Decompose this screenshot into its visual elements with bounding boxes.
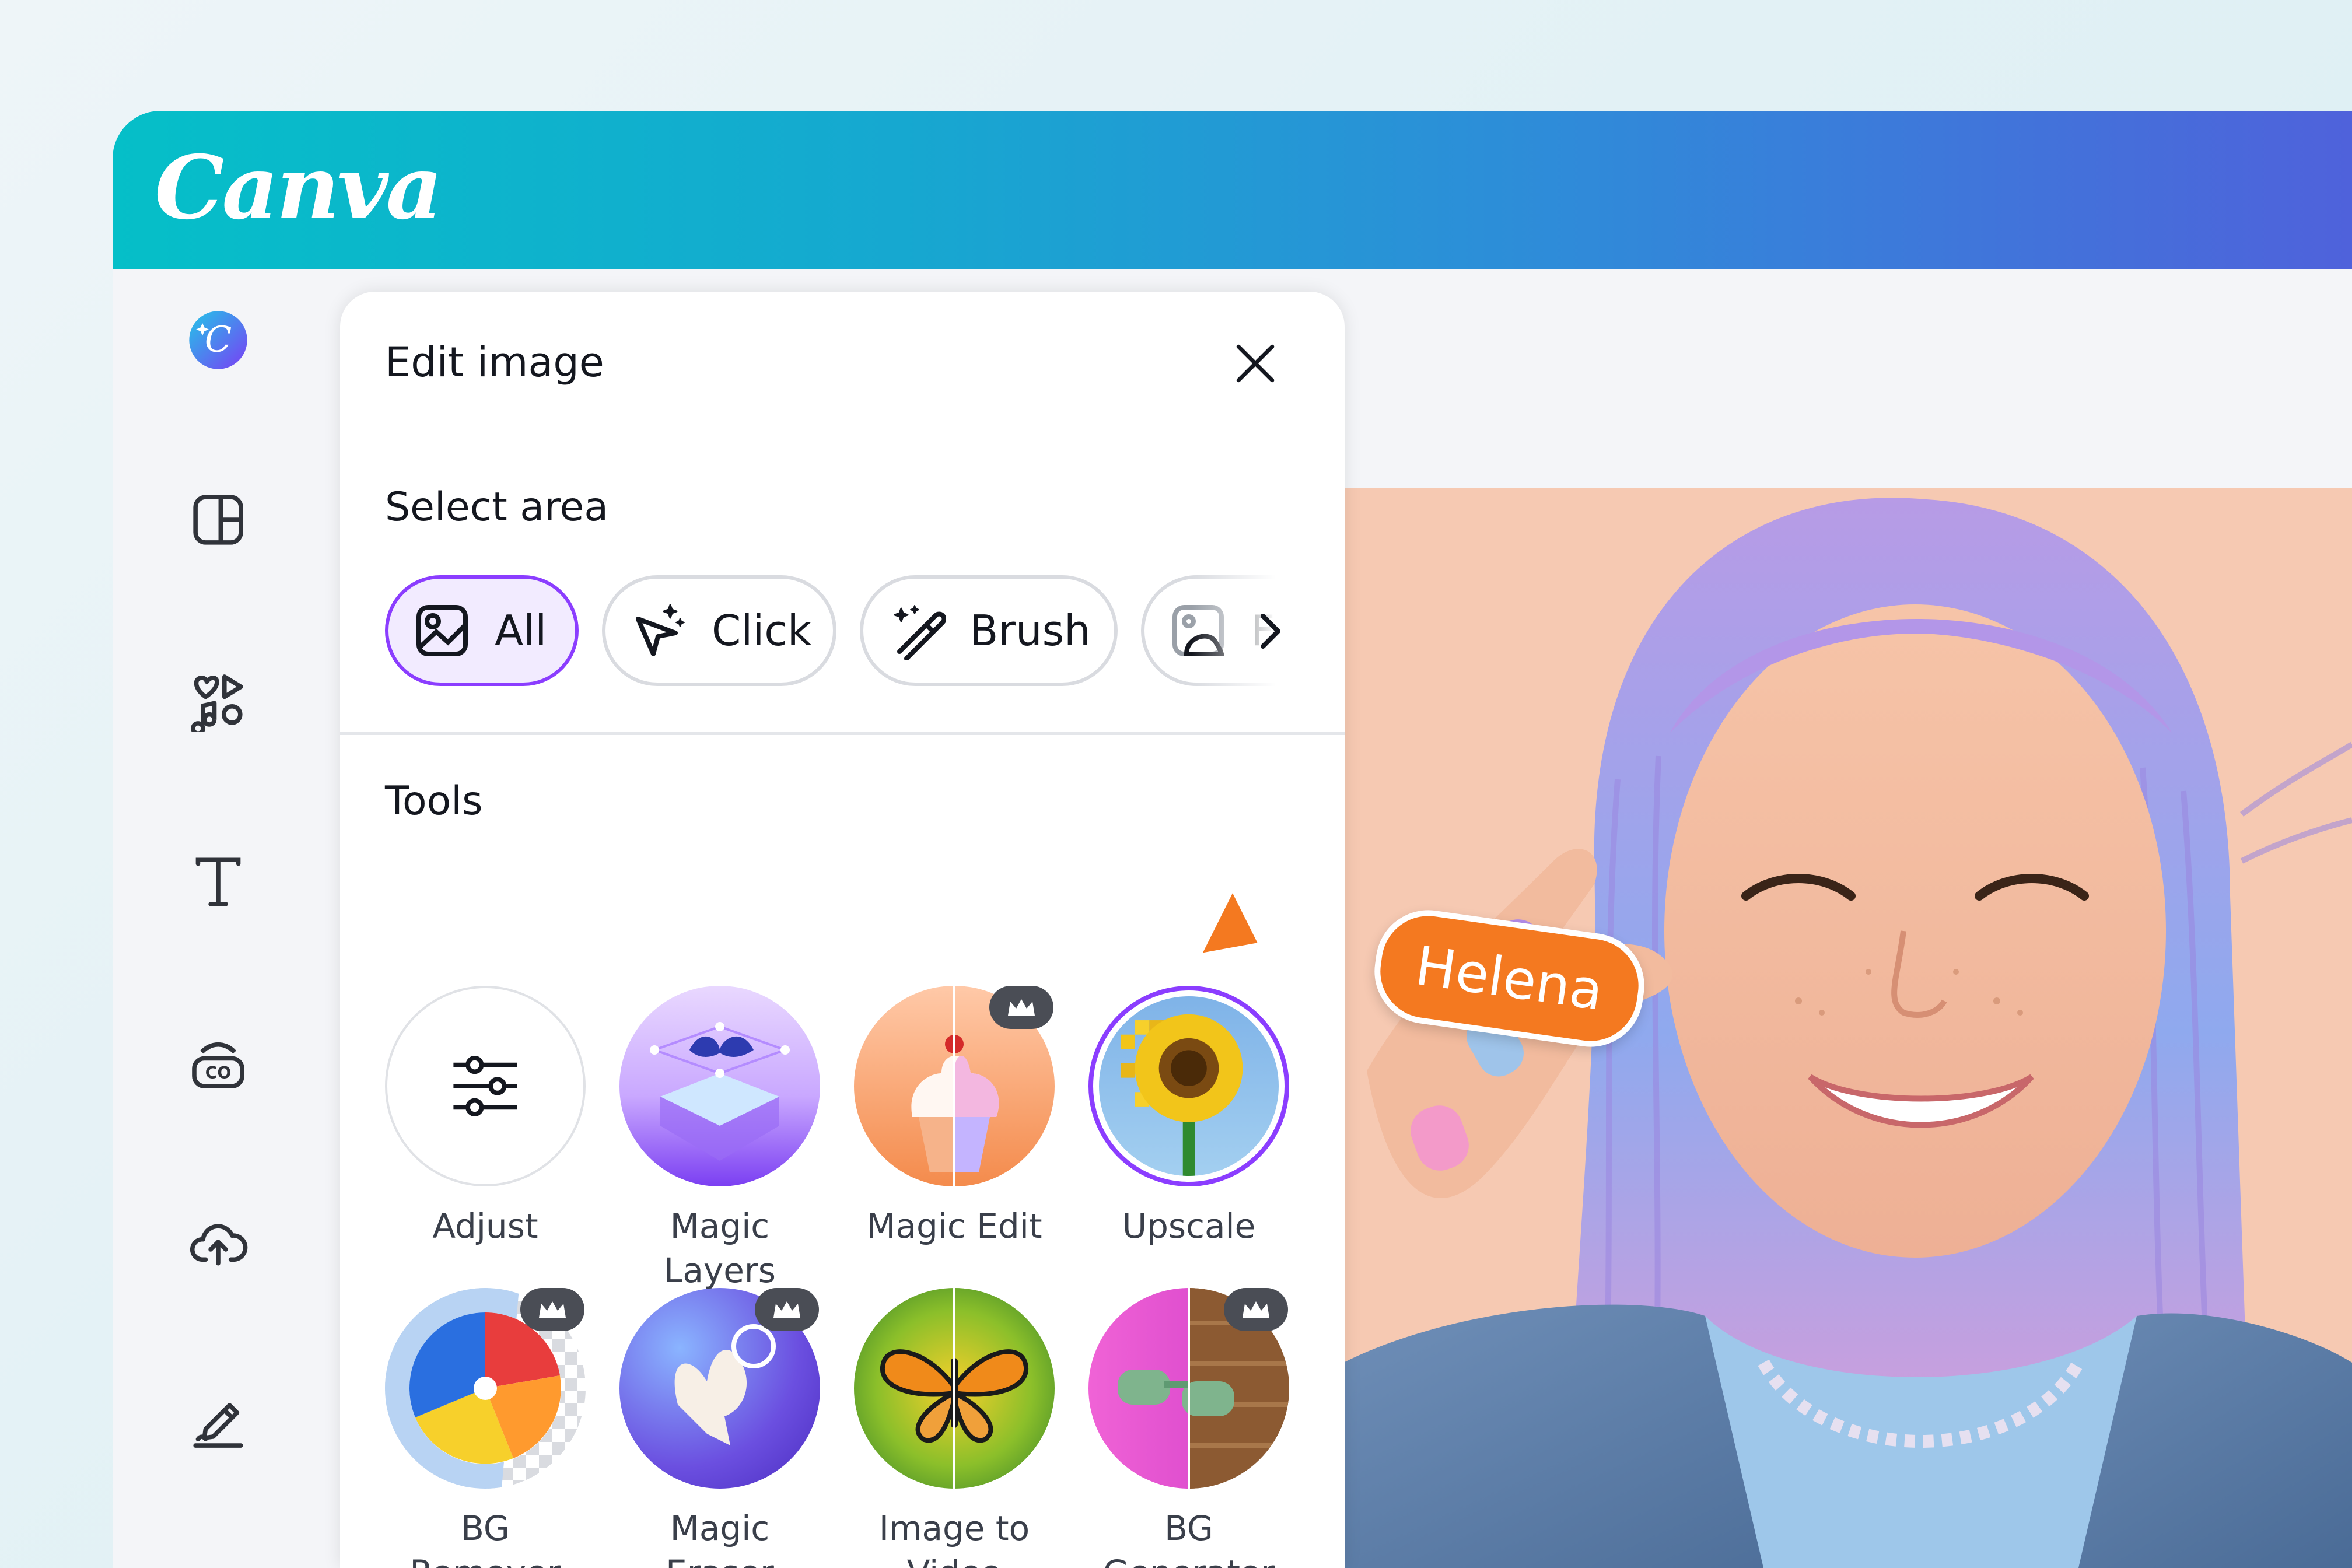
premium-badge xyxy=(755,1288,819,1331)
select-area-heading: Select area xyxy=(385,484,609,530)
cursor-sparkle-icon xyxy=(636,604,685,656)
tool-bg-remover[interactable]: BG Remover xyxy=(380,1288,590,1568)
top-bar: Canva xyxy=(113,111,2352,270)
tool-bg-generator[interactable]: BG Generator xyxy=(1084,1288,1294,1568)
tool-label: Adjust xyxy=(432,1206,538,1246)
tool-image-to-video[interactable]: Image to Video xyxy=(849,1288,1059,1568)
text-icon[interactable] xyxy=(181,845,255,918)
tool-label: BG Remover xyxy=(410,1508,561,1568)
canva-logo[interactable]: Canva xyxy=(155,136,443,239)
crown-icon xyxy=(539,1301,566,1318)
svg-text:C: C xyxy=(205,319,232,360)
tool-magic-edit[interactable]: Magic Edit xyxy=(849,986,1059,1248)
tool-label: Magic Edit xyxy=(866,1206,1042,1246)
brand-icon[interactable]: CO xyxy=(181,1026,255,1099)
tool-label: Upscale xyxy=(1122,1206,1256,1246)
tool-label: Magic Eraser xyxy=(666,1508,774,1568)
crown-icon xyxy=(1008,999,1035,1016)
section-divider xyxy=(340,732,1345,735)
select-brush-chip[interactable]: Brush xyxy=(860,575,1118,686)
tool-label: Image to Video xyxy=(878,1508,1030,1568)
draw-icon[interactable] xyxy=(181,1385,255,1458)
panel-title: Edit image xyxy=(385,338,604,386)
canva-app-window: Canva C CO Edit image Select area All Cl… xyxy=(113,111,2352,1568)
canva-ai-icon[interactable]: C xyxy=(181,303,255,377)
upscale-thumbnail xyxy=(1088,986,1289,1186)
tool-magic-layers[interactable]: Magic Layers xyxy=(615,986,825,1293)
collaborator-cursor-icon xyxy=(1195,884,1265,960)
tool-upscale[interactable]: Upscale xyxy=(1084,986,1294,1248)
chip-label: Brush xyxy=(970,606,1091,655)
image-to-video-thumbnail xyxy=(854,1288,1055,1489)
sliders-icon xyxy=(453,1056,517,1116)
magic-layers-thumbnail xyxy=(620,986,820,1186)
tools-heading: Tools xyxy=(385,778,483,824)
premium-badge xyxy=(989,986,1054,1029)
tool-label: BG Generator xyxy=(1103,1508,1275,1568)
select-area-options: All Click Brush Fo xyxy=(385,575,1295,686)
magic-brush-icon xyxy=(894,605,946,660)
select-click-chip[interactable]: Click xyxy=(602,575,836,686)
close-icon xyxy=(1236,344,1275,383)
adjust-thumbnail xyxy=(385,986,586,1186)
side-rail: C CO xyxy=(113,270,340,1568)
close-button[interactable] xyxy=(1223,331,1287,396)
image-icon xyxy=(416,605,468,656)
chip-label: All xyxy=(495,606,547,655)
tool-adjust[interactable]: Adjust xyxy=(380,986,590,1248)
chip-label: Click xyxy=(712,606,812,655)
tool-label: Magic Layers xyxy=(664,1206,776,1290)
chevron-right-icon[interactable] xyxy=(1256,612,1285,650)
elements-icon[interactable] xyxy=(181,664,255,737)
select-all-chip[interactable]: All xyxy=(385,575,579,686)
svg-text:CO: CO xyxy=(205,1063,231,1083)
crown-icon xyxy=(774,1301,800,1318)
templates-icon[interactable] xyxy=(181,483,255,556)
uploads-icon[interactable] xyxy=(181,1205,255,1279)
premium-badge xyxy=(520,1288,584,1331)
tool-magic-eraser[interactable]: Magic Eraser xyxy=(615,1288,825,1568)
premium-badge xyxy=(1224,1288,1288,1331)
crown-icon xyxy=(1242,1301,1269,1318)
